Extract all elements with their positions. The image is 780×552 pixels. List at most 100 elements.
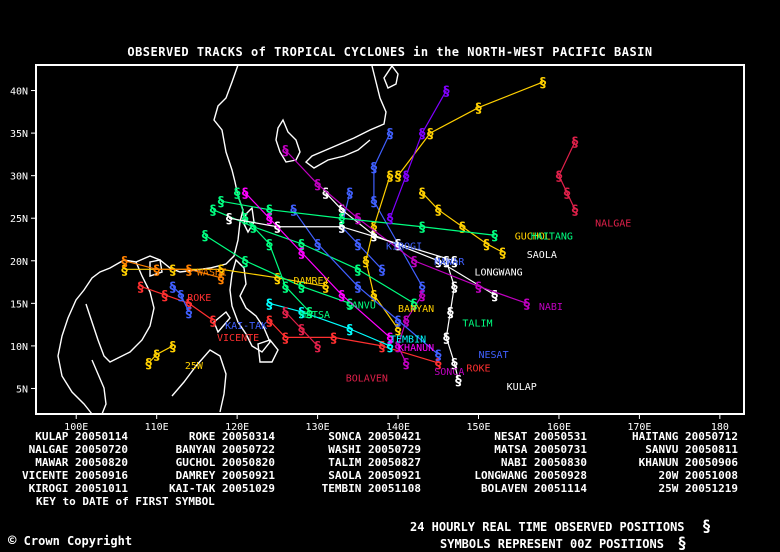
cyclone-position-marker: § [419,289,426,304]
lon-tick-label: 130E [306,422,330,433]
cyclone-position-marker: § [282,144,289,159]
storm-name-label: KAI-TAK [225,321,267,332]
cyclone-position-marker: § [186,306,193,321]
storm-name-label: NALGAE [595,219,631,230]
cyclone-position-marker: § [387,170,394,185]
cyclone-position-marker: § [540,76,547,91]
cyclone-position-marker: § [266,238,273,253]
storm-name-label: NESAT [479,350,509,361]
cyclone-position-marker: § [226,212,233,227]
storm-name-label: SONCA [434,367,464,378]
key-entry: GUCHOL 20050820 [175,456,275,469]
storm-track-20w: §§§§ [395,76,547,185]
cyclone-position-marker: § [234,187,241,202]
storm-name-label: KULAP [507,382,537,393]
cyclone-position-marker: § [491,229,498,244]
cyclone-symbol-icon: § [701,516,712,535]
storm-name-label: KIROGI [386,242,422,253]
key-entry: 25W 20051219 [658,482,738,495]
cyclone-position-marker: § [371,195,378,210]
storm-name-label: BANYAN [398,304,434,315]
cyclone-position-marker: § [202,229,209,244]
track-layer: §§§§§§§§§§§§§§§§§§§§§§§§§§§§§§§§§§§§§§§§… [121,76,579,389]
copyright-icon: © [8,533,17,549]
cyclone-position-marker: § [170,263,177,278]
cyclone-position-marker: § [475,102,482,117]
symbol-note: SYMBOLS REPRESENT 00Z POSITIONS § [440,533,687,552]
cyclone-position-marker: § [314,340,321,355]
cyclone-position-marker: § [153,263,160,278]
malaya-coastline [91,359,107,415]
cyclone-position-marker: § [387,127,394,142]
coastline-layer [57,64,399,415]
cyclone-position-marker: § [347,323,354,338]
cyclone-position-marker: § [411,255,418,270]
cyclone-position-marker: § [210,204,217,219]
cyclone-position-marker: § [427,127,434,142]
key-entry: MATSA 20050731 [494,443,587,456]
cyclone-position-marker: § [572,136,579,151]
key-note: KEY to DATE of FIRST SYMBOL [36,495,215,508]
cyclone-position-marker: § [403,357,410,372]
key-entry: KIROGI 20051011 [28,482,128,495]
cyclone-position-marker: § [282,280,289,295]
cyclone-position-marker: § [121,255,128,270]
key-entry: NABI 20050830 [500,456,587,469]
storm-track-nalgae: §§§§ [556,136,579,219]
lat-tick-label: 40N [10,87,28,98]
key-entry: KULAP 20050114 [35,430,128,443]
cyclone-position-marker: § [475,280,482,295]
key-entry: TALIM 20050827 [328,456,421,469]
key-entry: NALGAE 20050720 [28,443,128,456]
cyclone-position-marker: § [443,331,450,346]
key-entry: LONGWANG 20050928 [474,469,587,482]
cyclone-position-marker: § [242,187,249,202]
map-frame [35,64,745,415]
storm-track-vicente: §§§§ [137,280,216,329]
storm-name-label: 25W [185,361,204,372]
cyclone-position-marker: § [314,178,321,193]
cyclone-position-marker: § [447,306,454,321]
cyclone-position-marker: § [282,331,289,346]
cyclone-position-marker: § [218,195,225,210]
storm-name-label: SAOLA [527,250,557,261]
realtime-note-text: 24 HOURLY REAL TIME OBSERVED POSITIONS [410,520,685,534]
storm-name-label: TALIM [462,318,492,329]
cyclone-position-marker: § [178,289,185,304]
cyclone-position-marker: § [161,289,168,304]
lat-tick-label: 15N [10,299,28,310]
lon-tick-label: 150E [466,422,490,433]
key-entry: WASHI 20050729 [328,443,421,456]
key-entry: SANVU 20050811 [645,443,738,456]
cyclone-position-marker: § [524,297,531,312]
cyclone-position-marker: § [137,280,144,295]
cyclone-position-marker: § [403,170,410,185]
cyclone-position-marker: § [290,204,297,219]
storm-track-guchol: §§§§§ [419,187,506,262]
cyclone-position-marker: § [314,238,321,253]
key-entry: KAI-TAK 20051029 [169,482,275,495]
storm-name-label: SANVU [346,300,376,311]
storm-name-label: ROKE [187,293,211,304]
cyclone-position-marker: § [395,314,402,329]
storm-name-label: DAMREY [293,276,329,287]
key-entry: DAMREY 20050921 [175,469,275,482]
cyclone-position-marker: § [387,212,394,227]
cyclone-position-marker: § [395,170,402,185]
storm-name-label: VICENTE [217,333,259,344]
key-entry: SONCA 20050421 [328,430,421,443]
japan-coastline [304,65,387,169]
cyclone-position-marker: § [355,280,362,295]
key-entry: BANYAN 20050722 [175,443,275,456]
key-entry: VICENTE 20050916 [22,469,128,482]
lat-tick-label: 25N [10,214,28,225]
cyclone-position-marker: § [499,246,506,261]
cyclone-position-marker: § [347,187,354,202]
key-entry: KHANUN 20050906 [638,456,738,469]
key-entry: MAWAR 20050820 [35,456,128,469]
cyclone-position-marker: § [419,187,426,202]
cyclone-position-marker: § [419,127,426,142]
cyclone-position-marker: § [186,263,193,278]
cyclone-position-marker: § [266,297,273,312]
cyclone-position-marker: § [145,357,152,372]
